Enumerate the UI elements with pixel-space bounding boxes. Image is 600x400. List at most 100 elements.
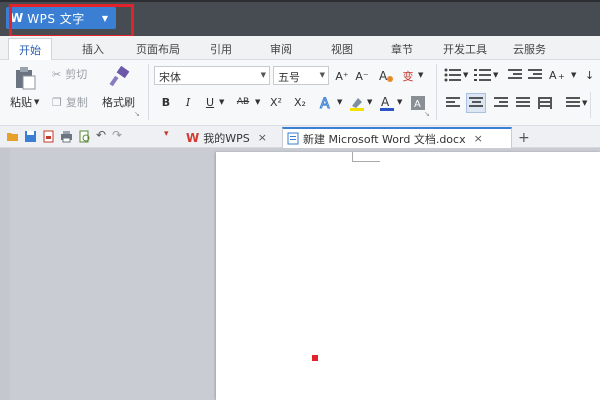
close-icon[interactable]: ×	[258, 131, 267, 144]
svg-text:A: A	[379, 69, 388, 83]
tab-developer[interactable]: 开发工具	[443, 41, 487, 57]
highlight-box	[9, 4, 134, 38]
paste-button[interactable]: 粘贴 ▼	[10, 94, 39, 110]
svg-text:↓: ↓	[585, 69, 594, 82]
text-effect-icon[interactable]: A	[318, 94, 336, 113]
customize-toolbar-icon[interactable]: ▾	[164, 129, 177, 142]
copy-icon: ❐	[52, 95, 62, 109]
print-preview-icon[interactable]	[78, 130, 91, 143]
cut-button[interactable]: ✂ 剪切	[52, 66, 87, 82]
title-bar-edge	[0, 0, 600, 2]
wps-logo-icon: W	[186, 130, 200, 145]
export-pdf-icon[interactable]	[42, 130, 55, 143]
char-shading-icon[interactable]: A	[410, 95, 426, 111]
tab-insert[interactable]: 插入	[82, 41, 104, 57]
paste-icon[interactable]	[14, 66, 36, 90]
font-name-value: 宋体	[159, 71, 181, 84]
format-painter-button[interactable]: 格式刷	[102, 94, 135, 110]
chevron-down-icon: ▼	[319, 71, 325, 79]
font-expand-icon[interactable]: ↘	[424, 110, 430, 118]
align-right-icon[interactable]	[494, 97, 508, 109]
tab-cloud-service[interactable]: 云服务	[513, 41, 546, 57]
font-size-value: 五号	[278, 71, 300, 84]
font-color-icon[interactable]: A	[378, 94, 396, 112]
tab-review[interactable]: 审阅	[270, 41, 292, 57]
show-marks-icon[interactable]: ↓	[584, 67, 600, 83]
line-spacing-icon[interactable]	[566, 97, 580, 109]
chevron-down-icon[interactable]: ▼	[582, 99, 587, 107]
chevron-down-icon[interactable]: ▼	[493, 71, 498, 79]
format-painter-label: 格式刷	[102, 96, 135, 109]
page-margin-marker	[352, 152, 380, 162]
svg-text:A: A	[549, 69, 557, 82]
svg-text:A: A	[414, 99, 421, 110]
bullet-list-icon[interactable]	[444, 68, 462, 82]
svg-text:+: +	[558, 72, 565, 81]
bold-button[interactable]: B	[158, 94, 174, 110]
justify-icon[interactable]	[516, 97, 530, 109]
paste-label: 粘贴	[10, 96, 32, 109]
document-icon	[287, 132, 299, 145]
decrease-indent-icon[interactable]	[508, 69, 522, 81]
font-name-select[interactable]: 宋体 ▼	[154, 66, 270, 85]
chevron-down-icon[interactable]: ▼	[463, 71, 468, 79]
chevron-down-icon[interactable]: ▼	[367, 98, 372, 106]
redo-icon[interactable]: ↷	[112, 128, 125, 142]
tab-home[interactable]: 开始	[8, 38, 52, 60]
copy-label: 复制	[65, 96, 88, 109]
menu-bar: 开始 插入 页面布局 引用 审阅 视图 章节 开发工具 云服务	[0, 36, 600, 60]
underline-button[interactable]: U	[202, 94, 218, 110]
tab-chapter[interactable]: 章节	[391, 41, 413, 57]
italic-button[interactable]: I	[180, 94, 196, 110]
tab-view[interactable]: 视图	[331, 41, 353, 57]
distributed-icon[interactable]	[538, 97, 552, 109]
tab-page-layout[interactable]: 页面布局	[136, 41, 180, 57]
save-icon[interactable]	[24, 130, 37, 143]
clear-format-icon[interactable]: A	[378, 68, 394, 84]
increase-indent-icon[interactable]	[528, 69, 542, 81]
clipboard-expand-icon[interactable]: ↘	[134, 110, 140, 118]
doc-tab-label: 新建 Microsoft Word 文档.docx	[303, 132, 466, 146]
superscript-button[interactable]: X²	[266, 94, 286, 110]
ribbon: 粘贴 ▼ ✂ 剪切 ❐ 复制 格式刷 ↘ 宋体 ▼ 五号 ▼ A⁺ A⁻ A 变 ▼ B …	[0, 60, 600, 126]
pinyin-button[interactable]: 变	[400, 68, 416, 84]
numbered-list-icon[interactable]	[474, 68, 492, 82]
font-size-select[interactable]: 五号 ▼	[273, 66, 329, 85]
chevron-down-icon[interactable]: ▼	[397, 98, 402, 106]
undo-icon[interactable]: ↶	[96, 128, 109, 142]
subscript-button[interactable]: X₂	[290, 94, 310, 110]
quick-access-toolbar: ↶ ↷ ▾ W 我的WPS × 新建 Microsoft Word 文档.doc…	[0, 126, 600, 148]
svg-text:A: A	[320, 96, 330, 112]
copy-button[interactable]: ❐ 复制	[52, 94, 88, 110]
chevron-down-icon[interactable]: ▼	[337, 98, 342, 106]
new-tab-button[interactable]: +	[514, 127, 530, 148]
ribbon-divider	[148, 64, 149, 120]
chevron-down-icon[interactable]: ▼	[418, 71, 423, 79]
doc-tab-my-wps[interactable]: W 我的WPS ×	[182, 127, 267, 148]
close-icon[interactable]: ×	[474, 132, 483, 145]
grow-font-button[interactable]: A⁺	[334, 68, 350, 84]
ribbon-divider	[436, 64, 437, 120]
format-painter-icon[interactable]	[108, 66, 132, 88]
doc-tab-document[interactable]: 新建 Microsoft Word 文档.docx ×	[282, 127, 512, 148]
chinese-layout-icon[interactable]: A +	[548, 67, 572, 83]
highlight-color-icon[interactable]	[348, 94, 366, 112]
svg-text:A: A	[381, 95, 390, 109]
scissors-icon: ✂	[52, 67, 62, 81]
shrink-font-button[interactable]: A⁻	[354, 68, 370, 84]
text-cursor-marker	[312, 355, 318, 361]
chevron-down-icon[interactable]: ▼	[571, 71, 576, 79]
chevron-down-icon[interactable]: ▼	[219, 98, 224, 106]
strikethrough-button[interactable]: AB	[232, 94, 254, 110]
left-margin-strip	[0, 148, 10, 400]
open-folder-icon[interactable]	[6, 130, 19, 143]
align-left-icon[interactable]	[446, 97, 460, 109]
chevron-down-icon[interactable]: ▼	[255, 98, 260, 106]
tab-references[interactable]: 引用	[210, 41, 232, 57]
cut-label: 剪切	[65, 68, 88, 81]
align-center-icon[interactable]	[469, 97, 483, 109]
print-icon[interactable]	[60, 130, 73, 143]
document-page[interactable]	[216, 152, 600, 400]
chevron-down-icon: ▼	[260, 71, 266, 79]
ribbon-divider	[590, 92, 591, 118]
